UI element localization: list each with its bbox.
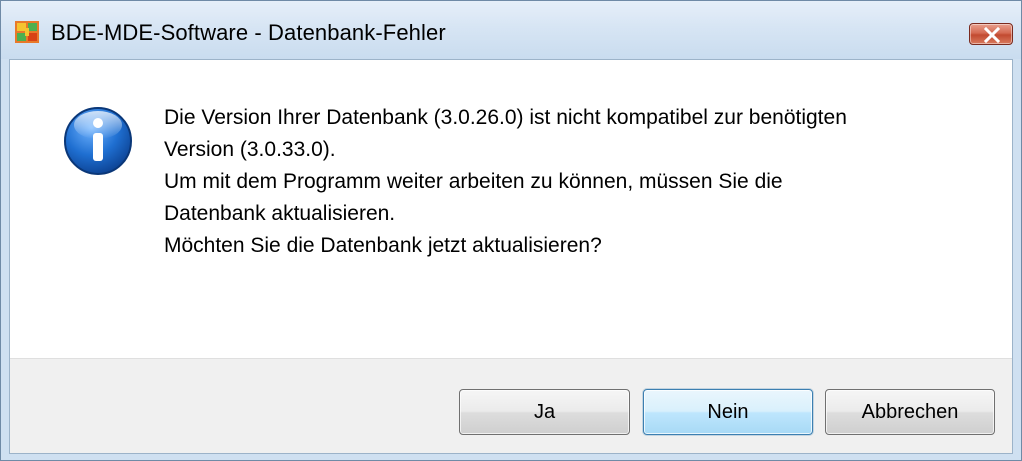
info-icon bbox=[64, 107, 132, 175]
dialog-message: Die Version Ihrer Datenbank (3.0.26.0) i… bbox=[164, 102, 984, 262]
message-line-4: Datenbank aktualisieren. bbox=[164, 202, 396, 225]
dialog-client-area: Die Version Ihrer Datenbank (3.0.26.0) i… bbox=[9, 59, 1013, 454]
close-button[interactable] bbox=[969, 23, 1013, 45]
close-icon bbox=[983, 27, 1001, 43]
message-line-1: Die Version Ihrer Datenbank (3.0.26.0) i… bbox=[164, 106, 847, 129]
no-button[interactable]: Nein bbox=[643, 389, 813, 435]
window-title: BDE-MDE-Software - Datenbank-Fehler bbox=[51, 20, 446, 45]
button-bar: Ja Nein Abbrechen bbox=[10, 358, 1012, 453]
message-line-3: Um mit dem Programm weiter arbeiten zu k… bbox=[164, 170, 783, 193]
message-line-2: Version (3.0.33.0). bbox=[164, 138, 336, 161]
dialog-content: Die Version Ihrer Datenbank (3.0.26.0) i… bbox=[10, 60, 1012, 358]
title-bar[interactable]: BDE-MDE-Software - Datenbank-Fehler bbox=[1, 1, 1021, 59]
dialog-window: BDE-MDE-Software - Datenbank-Fehler Die … bbox=[0, 0, 1022, 461]
app-icon bbox=[15, 21, 39, 43]
yes-button[interactable]: Ja bbox=[459, 389, 630, 435]
message-line-5: Möchten Sie die Datenbank jetzt aktualis… bbox=[164, 234, 602, 257]
cancel-button[interactable]: Abbrechen bbox=[825, 389, 995, 435]
